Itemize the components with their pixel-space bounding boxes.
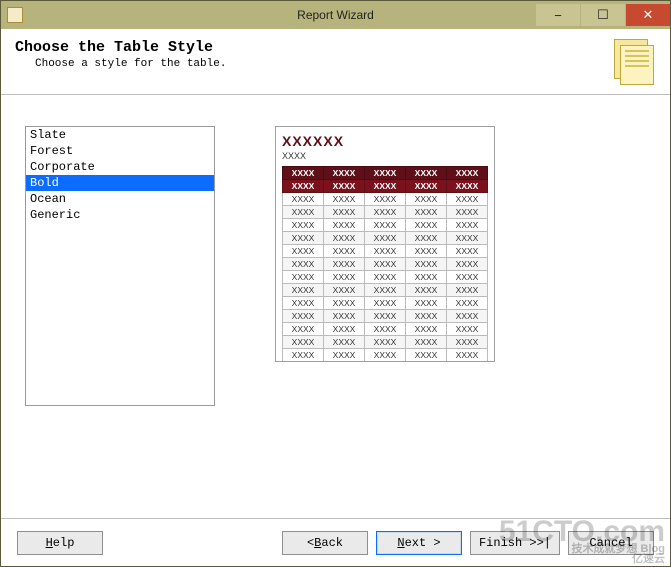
preview-subheader-cell: XXXX xyxy=(406,180,447,193)
preview-col-header: XXXX xyxy=(406,167,447,180)
preview-col-header: XXXX xyxy=(283,167,324,180)
close-button[interactable]: ✕ xyxy=(626,4,670,26)
help-button[interactable]: Help xyxy=(17,531,103,555)
preview-subheader-cell: XXXX xyxy=(365,180,406,193)
wizard-header: Choose the Table Style Choose a style fo… xyxy=(1,29,670,95)
table-row: XXXXXXXXXXXXXXXXXXXX xyxy=(283,258,488,271)
table-row: XXXXXXXXXXXXXXXXXXXX xyxy=(283,310,488,323)
style-option-corporate[interactable]: Corporate xyxy=(26,159,214,175)
table-row: XXXXXXXXXXXXXXXXXXXX xyxy=(283,245,488,258)
preview-subheader-cell: XXXX xyxy=(447,180,488,193)
preview-col-header: XXXX xyxy=(447,167,488,180)
table-row: XXXXXXXXXXXXXXXXXXXX xyxy=(283,284,488,297)
window-buttons: − ☐ ✕ xyxy=(535,4,670,26)
report-wizard-window: Report Wizard − ☐ ✕ Choose the Table Sty… xyxy=(0,0,671,567)
table-row: XXXXXXXXXXXXXXXXXXXX xyxy=(283,232,488,245)
table-row: XXXXXXXXXXXXXXXXXXXX xyxy=(283,193,488,206)
finish-button[interactable]: Finish >>| xyxy=(470,531,560,555)
style-option-slate[interactable]: Slate xyxy=(26,127,214,143)
table-row: XXXXXXXXXXXXXXXXXXXX xyxy=(283,323,488,336)
cancel-button[interactable]: Cancel xyxy=(568,531,654,555)
preview-subheader-cell: XXXX xyxy=(283,180,324,193)
table-row: XXXXXXXXXXXXXXXXXXXX xyxy=(283,271,488,284)
preview-col-header: XXXX xyxy=(365,167,406,180)
table-row: XXXXXXXXXXXXXXXXXXXX xyxy=(283,206,488,219)
header-subtitle: Choose a style for the table. xyxy=(35,58,226,70)
back-button[interactable]: < Back xyxy=(282,531,368,555)
next-button[interactable]: Next > xyxy=(376,531,462,555)
style-preview-pane: XXXXXX XXXX XXXXXXXXXXXXXXXXXXXXXXXXXXXX… xyxy=(275,126,495,362)
wizard-footer: Help < Back Next > Finish >>| Cancel xyxy=(1,518,670,566)
header-text: Choose the Table Style Choose a style fo… xyxy=(15,39,226,94)
style-option-bold[interactable]: Bold xyxy=(26,175,214,191)
notepad-icon xyxy=(614,39,656,87)
preview-col-header: XXXX xyxy=(324,167,365,180)
table-row: XXXXXXXXXXXXXXXXXXXX xyxy=(283,336,488,349)
help-label: elp xyxy=(53,536,75,550)
preview-table: XXXXXXXXXXXXXXXXXXXXXXXXXXXXXXXXXXXXXXXX… xyxy=(282,166,488,362)
style-option-forest[interactable]: Forest xyxy=(26,143,214,159)
preview-subheader-cell: XXXX xyxy=(324,180,365,193)
table-row: XXXXXXXXXXXXXXXXXXXX xyxy=(283,349,488,362)
wizard-body: SlateForestCorporateBoldOceanGeneric XXX… xyxy=(1,95,670,518)
preview-title: XXXXXX xyxy=(282,133,488,149)
header-title: Choose the Table Style xyxy=(15,39,226,56)
title-bar: Report Wizard − ☐ ✕ xyxy=(1,1,670,29)
maximize-button[interactable]: ☐ xyxy=(581,4,625,26)
table-style-listbox[interactable]: SlateForestCorporateBoldOceanGeneric xyxy=(25,126,215,406)
style-option-generic[interactable]: Generic xyxy=(26,207,214,223)
minimize-button[interactable]: − xyxy=(536,4,580,26)
style-option-ocean[interactable]: Ocean xyxy=(26,191,214,207)
table-row: XXXXXXXXXXXXXXXXXXXX xyxy=(283,297,488,310)
preview-subtitle: XXXX xyxy=(282,151,488,161)
table-row: XXXXXXXXXXXXXXXXXXXX xyxy=(283,219,488,232)
app-icon xyxy=(7,7,23,23)
